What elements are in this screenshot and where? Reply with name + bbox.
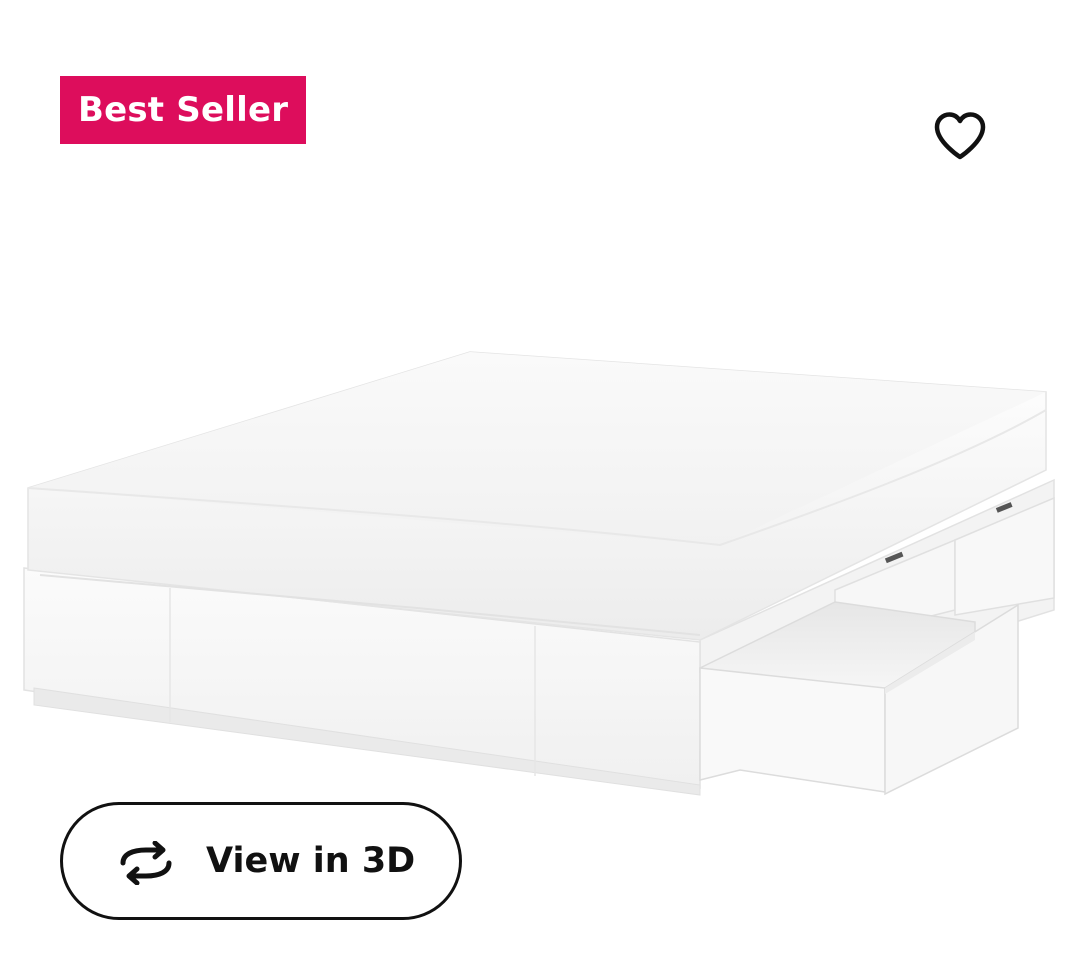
rotate-3d-icon	[120, 841, 172, 885]
best-seller-badge: Best Seller	[60, 76, 307, 144]
heart-outline-icon	[934, 112, 986, 160]
view-in-3d-button[interactable]: View in 3D	[60, 802, 462, 920]
view-in-3d-label: View in 3D	[206, 841, 416, 881]
product-card: Best Seller View in 3D	[0, 0, 1080, 965]
badge-label: Best Seller	[78, 90, 289, 130]
bed-frame-image	[23, 351, 1055, 796]
favorite-button[interactable]	[928, 106, 992, 166]
